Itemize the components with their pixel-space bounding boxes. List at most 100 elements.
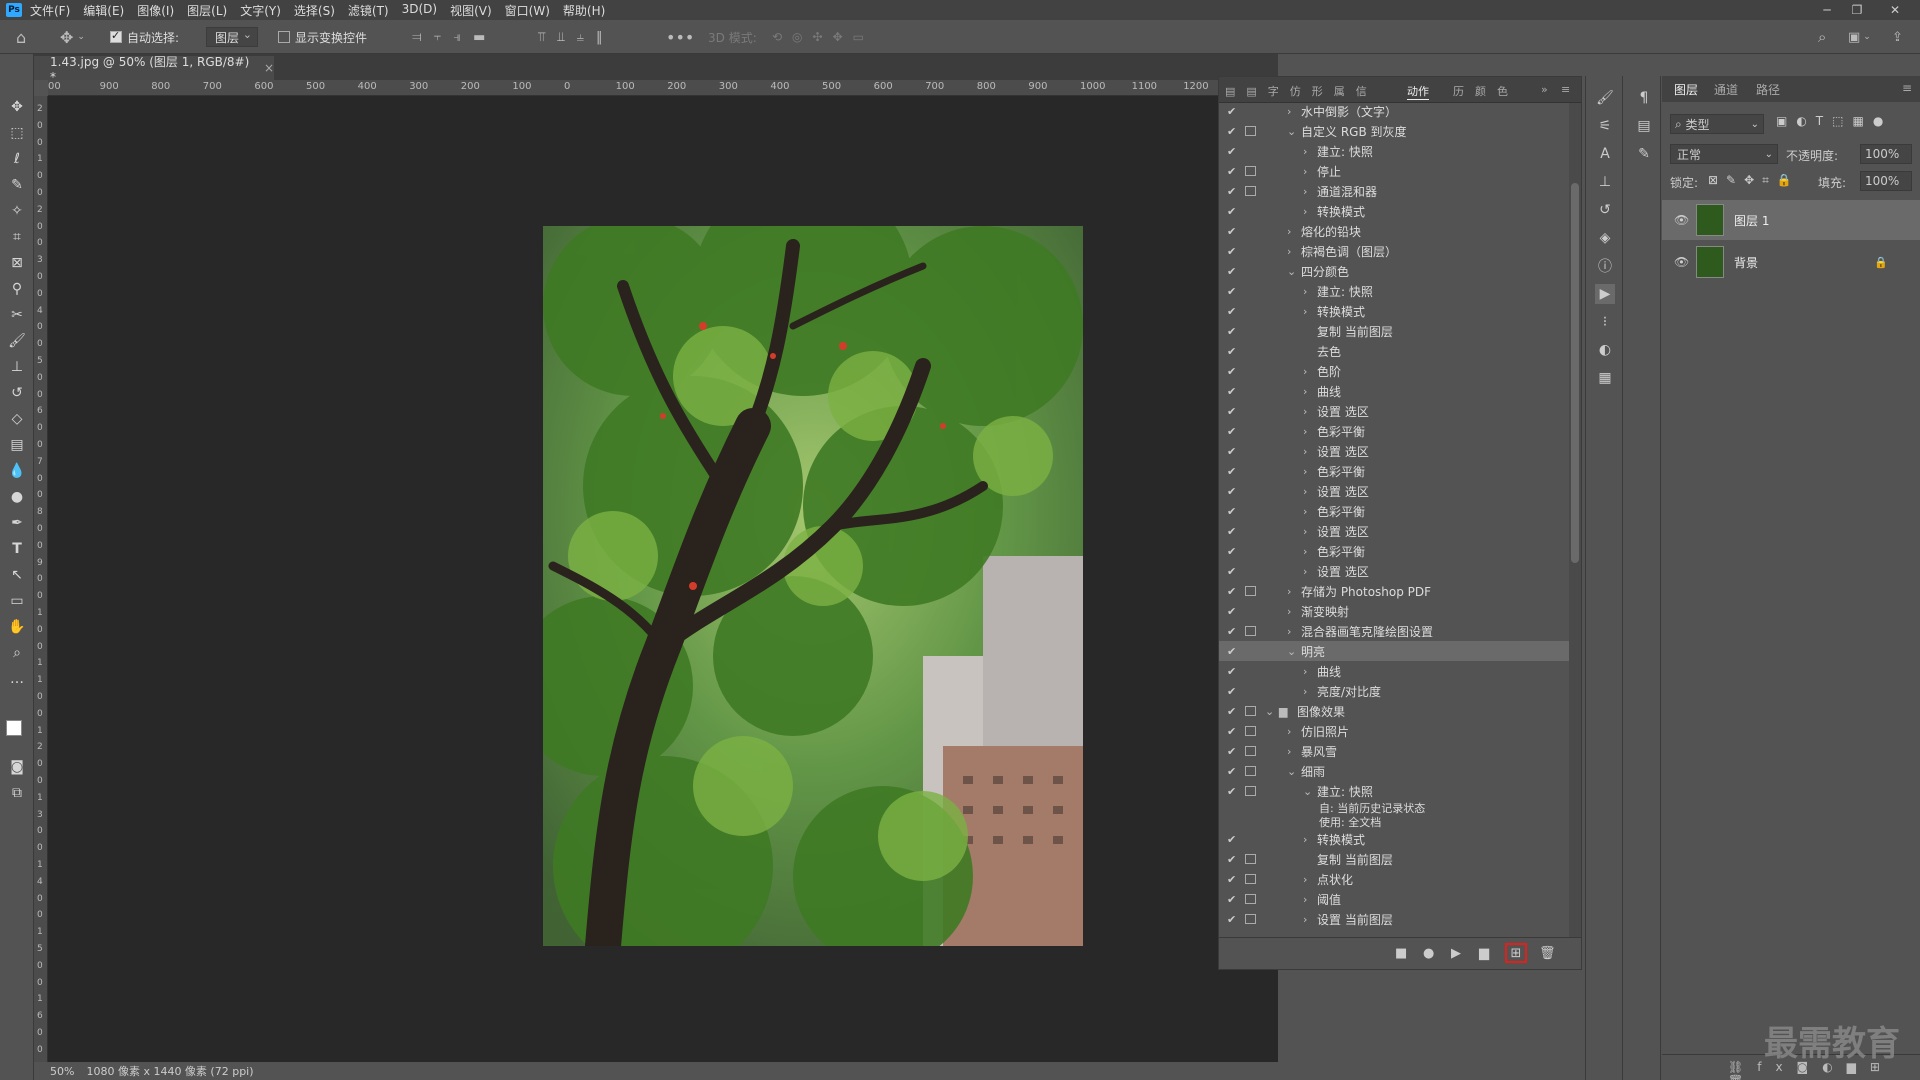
dialog-toggle[interactable] (1245, 286, 1256, 296)
dialog-toggle[interactable] (1245, 446, 1256, 456)
share-icon[interactable]: ⇪ (1892, 27, 1903, 47)
restore-button[interactable]: ❐ (1842, 0, 1872, 20)
dialog-toggle[interactable] (1245, 566, 1256, 576)
action-row[interactable]: ✔ › 曲线 (1219, 661, 1569, 681)
dialog-toggle[interactable] (1245, 186, 1256, 196)
action-enabled-check-icon[interactable]: ✔ (1227, 425, 1236, 438)
layer-row[interactable]: 👁 图层 1 (1662, 200, 1920, 240)
action-enabled-check-icon[interactable]: ✔ (1227, 345, 1236, 358)
menu-item[interactable]: 文件(F) (30, 2, 70, 19)
action-row[interactable]: ✔ ⌄ ▆ 图像效果 (1219, 701, 1569, 721)
dialog-toggle[interactable] (1245, 106, 1256, 116)
dodge-tool-icon[interactable]: ● (5, 486, 29, 508)
expand-arrow-icon[interactable]: › (1287, 605, 1291, 618)
color-icon[interactable]: ◐ (1595, 340, 1615, 360)
quick-select-tool-icon[interactable]: ✎ (5, 174, 29, 196)
brush-settings-icon[interactable]: 🖌 (1595, 88, 1615, 108)
action-enabled-check-icon[interactable]: ✔ (1227, 185, 1236, 198)
lasso-tool-icon[interactable]: ℓ (5, 148, 29, 170)
expand-arrow-icon[interactable]: › (1303, 685, 1307, 698)
action-enabled-check-icon[interactable]: ✔ (1227, 245, 1236, 258)
dialog-toggle[interactable] (1245, 726, 1256, 736)
properties-icon[interactable]: ▤ (1634, 116, 1654, 136)
action-row[interactable]: ✔ 复制 当前图层 (1219, 849, 1569, 869)
action-enabled-check-icon[interactable]: ✔ (1227, 853, 1236, 866)
expand-arrow-icon[interactable]: ⌄ (1265, 705, 1274, 718)
document-tab[interactable]: 1.43.jpg @ 50% (图层 1, RGB/8#) * × (34, 55, 274, 84)
dialog-toggle[interactable] (1245, 914, 1256, 924)
action-enabled-check-icon[interactable]: ✔ (1227, 625, 1236, 638)
action-row[interactable]: ✔ › 仿旧照片 (1219, 721, 1569, 741)
action-enabled-check-icon[interactable]: ✔ (1227, 365, 1236, 378)
notes-icon[interactable]: ✎ (1634, 144, 1654, 164)
dialog-toggle[interactable] (1245, 126, 1256, 136)
action-row[interactable]: ✔ › 通道混和器 (1219, 181, 1569, 201)
action-row[interactable]: ✔ › 设置 选区 (1219, 521, 1569, 541)
action-row[interactable]: ✔ › 设置 选区 (1219, 401, 1569, 421)
expand-arrow-icon[interactable]: › (1287, 625, 1291, 638)
expand-arrow-icon[interactable]: › (1303, 545, 1307, 558)
tab-layers[interactable]: 图层 (1674, 81, 1698, 98)
dialog-toggle[interactable] (1245, 874, 1256, 884)
actions-play-icon[interactable]: ▶ (1595, 284, 1615, 304)
type-tool-icon[interactable]: T (5, 538, 29, 560)
dialog-toggle[interactable] (1245, 346, 1256, 356)
action-row[interactable]: ✔ ⌄ 自定义 RGB 到灰度 (1219, 121, 1569, 141)
menu-item[interactable]: 编辑(E) (83, 2, 124, 19)
dialog-toggle[interactable] (1245, 266, 1256, 276)
hand-tool-icon[interactable]: ✋ (5, 616, 29, 638)
swatches-icon[interactable]: ⁝ (1595, 312, 1615, 332)
menu-item[interactable]: 选择(S) (294, 2, 335, 19)
dialog-toggle[interactable] (1245, 546, 1256, 556)
action-enabled-check-icon[interactable]: ✔ (1227, 325, 1236, 338)
expand-arrow-icon[interactable]: › (1303, 565, 1307, 578)
menu-item[interactable]: 窗口(W) (505, 2, 550, 19)
expand-arrow-icon[interactable]: › (1303, 365, 1307, 378)
dialog-toggle[interactable] (1245, 606, 1256, 616)
action-enabled-check-icon[interactable]: ✔ (1227, 125, 1236, 138)
layer-name[interactable]: 图层 1 (1734, 212, 1769, 229)
document-image[interactable] (543, 226, 1083, 946)
expand-arrow-icon[interactable]: › (1303, 665, 1307, 678)
action-row[interactable]: 使用: 全文档 (1219, 815, 1569, 829)
dialog-toggle[interactable] (1245, 406, 1256, 416)
search-icon[interactable]: ⌕ (1818, 27, 1826, 47)
marquee-tool-icon[interactable]: ⬚ (5, 122, 29, 144)
action-enabled-check-icon[interactable]: ✔ (1227, 585, 1236, 598)
action-enabled-check-icon[interactable]: ✔ (1227, 405, 1236, 418)
dialog-toggle[interactable] (1245, 486, 1256, 496)
new-action-icon[interactable]: ⊞ (1505, 943, 1527, 963)
action-enabled-check-icon[interactable]: ✔ (1227, 485, 1236, 498)
home-icon[interactable]: ⌂ (16, 27, 26, 47)
dialog-toggle[interactable] (1245, 206, 1256, 216)
action-enabled-check-icon[interactable]: ✔ (1227, 913, 1236, 926)
layer-filter-icons[interactable]: ▣◐T⬚▦● (1776, 114, 1892, 128)
eraser-icon[interactable]: ◇ (5, 408, 29, 430)
collapsed-panel-tab-icons-2[interactable]: 历颜色 (1453, 83, 1519, 99)
expand-arrow-icon[interactable]: ⌄ (1303, 785, 1312, 798)
action-enabled-check-icon[interactable]: ✔ (1227, 445, 1236, 458)
dialog-toggle[interactable] (1245, 646, 1256, 656)
action-enabled-check-icon[interactable]: ✔ (1227, 505, 1236, 518)
action-row[interactable]: ✔ › 转换模式 (1219, 301, 1569, 321)
action-row[interactable]: ✔ › 存储为 Photoshop PDF (1219, 581, 1569, 601)
clone-source-icon[interactable]: ⊥ (1595, 172, 1615, 192)
gradient-tool-icon[interactable]: ▤ (5, 434, 29, 456)
action-enabled-check-icon[interactable]: ✔ (1227, 265, 1236, 278)
action-row[interactable]: ✔ › 建立: 快照 (1219, 141, 1569, 161)
paragraph-icon[interactable]: ¶ (1634, 88, 1654, 108)
auto-select-checkbox[interactable]: 自动选择: (110, 27, 179, 47)
expand-arrow-icon[interactable]: › (1303, 485, 1307, 498)
dialog-toggle[interactable] (1245, 426, 1256, 436)
action-row[interactable]: ✔ › 建立: 快照 (1219, 281, 1569, 301)
close-window-button[interactable]: ✕ (1880, 0, 1910, 20)
layer-row[interactable]: 👁 背景 🔒 (1662, 242, 1920, 282)
action-enabled-check-icon[interactable]: ✔ (1227, 605, 1236, 618)
dialog-toggle[interactable] (1245, 746, 1256, 756)
action-enabled-check-icon[interactable]: ✔ (1227, 745, 1236, 758)
path-select-icon[interactable]: ↖ (5, 564, 29, 586)
expand-arrow-icon[interactable]: › (1287, 585, 1291, 598)
action-row[interactable]: ✔ 复制 当前图层 (1219, 321, 1569, 341)
action-enabled-check-icon[interactable]: ✔ (1227, 165, 1236, 178)
dialog-toggle[interactable] (1245, 766, 1256, 776)
